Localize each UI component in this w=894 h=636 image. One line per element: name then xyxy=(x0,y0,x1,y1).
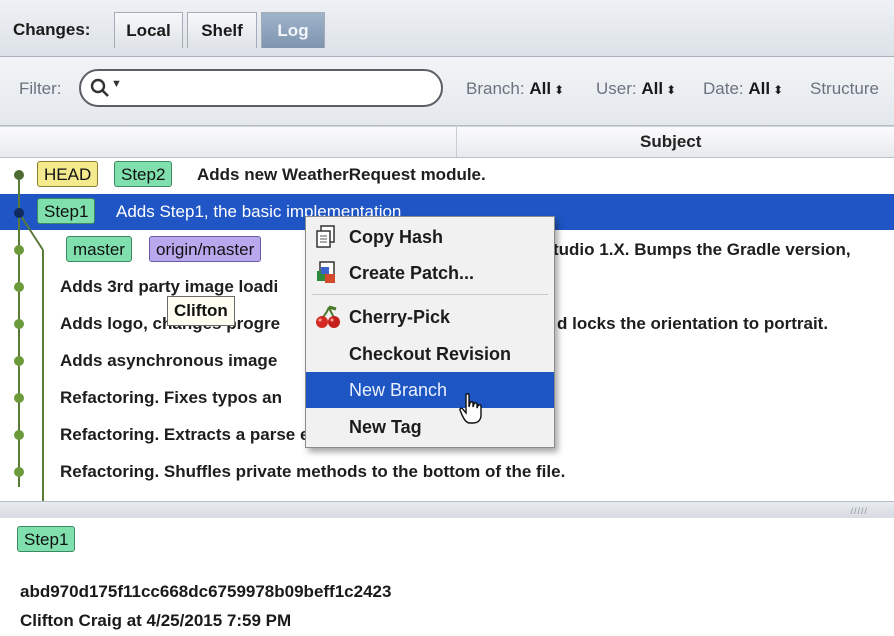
commit-subject: tudio 1.X. Bumps the Gradle version, xyxy=(553,240,851,259)
branch-tag: master xyxy=(66,236,132,262)
filter-label: Filter: xyxy=(19,79,62,98)
dropdown-arrows-icon: ⬍ xyxy=(554,83,565,97)
tab-shelf[interactable]: Shelf xyxy=(187,12,257,48)
panel-splitter[interactable]: ///// xyxy=(0,501,894,519)
commit-subject: Adds new WeatherRequest module. xyxy=(197,165,486,184)
date-filter-label: Date: xyxy=(703,79,744,98)
commit-subject-tail: d locks the orientation to portrait. xyxy=(557,314,829,333)
commit-subject: Adds asynchronous image xyxy=(60,351,278,370)
commit-node[interactable] xyxy=(14,356,24,366)
commit-node[interactable] xyxy=(14,282,24,292)
menu-item-checkout-revision[interactable]: Checkout Revision xyxy=(306,336,554,372)
branch-filter-value: All xyxy=(529,79,552,98)
menu-item-label: Create Patch... xyxy=(349,263,475,283)
changes-tab-bar: Changes: Local Shelf Log xyxy=(0,0,894,57)
date-filter-dropdown[interactable]: Date: All ⬍ xyxy=(703,79,783,99)
details-branch-tag: Step1 xyxy=(17,526,76,552)
commit-graph xyxy=(14,170,44,501)
subject-column-header[interactable]: Subject xyxy=(640,132,701,152)
copy-icon xyxy=(315,225,337,254)
graph-edge xyxy=(18,212,44,251)
context-menu: Copy Hash Create Patch... Cherry-Pick Ch… xyxy=(305,216,555,448)
commit-node[interactable] xyxy=(14,170,24,180)
commit-subject: Adds 3rd party image loadi xyxy=(60,277,279,296)
hand-cursor-icon xyxy=(459,393,482,424)
chevron-down-icon[interactable]: ▼ xyxy=(111,78,122,90)
menu-item-copy-hash[interactable]: Copy Hash xyxy=(306,219,554,255)
log-column-header: Subject xyxy=(0,126,894,158)
menu-item-label: Cherry-Pick xyxy=(349,307,451,327)
menu-item-create-patch[interactable]: Create Patch... xyxy=(306,255,554,291)
commit-subject: Refactoring. Shuffles private methods to… xyxy=(60,462,566,481)
branch-tag: Step2 xyxy=(114,161,173,187)
commit-subject: Refactoring. Fixes typos an xyxy=(60,388,282,407)
commit-author-date: Clifton Craig at 4/25/2015 7:59 PM xyxy=(20,611,292,630)
commit-node[interactable] xyxy=(14,208,24,218)
commit-node[interactable] xyxy=(14,430,24,440)
commit-details-panel: Step1 abd970d175f11cc668dc6759978b09beff… xyxy=(0,518,894,636)
commit-node[interactable] xyxy=(14,319,24,329)
author-tooltip: Clifton xyxy=(167,296,235,326)
structure-filter-dropdown[interactable]: Structure xyxy=(810,79,879,99)
filter-search-input[interactable] xyxy=(127,75,431,103)
commit-node[interactable] xyxy=(14,467,24,477)
commit-node[interactable] xyxy=(14,393,24,403)
user-filter-dropdown[interactable]: User: All ⬍ xyxy=(596,79,676,99)
remote-branch-tag: origin/master xyxy=(149,236,262,262)
changes-label: Changes: xyxy=(13,20,91,39)
user-filter-label: User: xyxy=(596,79,637,98)
commit-node[interactable] xyxy=(14,245,24,255)
tab-local[interactable]: Local xyxy=(114,12,183,48)
date-filter-value: All xyxy=(748,79,771,98)
dropdown-arrows-icon: ⬍ xyxy=(773,83,784,97)
menu-item-label: New Tag xyxy=(349,417,422,437)
branch-filter-label: Branch: xyxy=(466,79,525,98)
column-divider[interactable] xyxy=(456,127,457,157)
menu-separator xyxy=(312,294,548,295)
menu-item-new-tag[interactable]: New Tag xyxy=(306,409,554,445)
commit-hash: abd970d175f11cc668dc6759978b09beff1c2423 xyxy=(20,582,392,601)
menu-item-new-branch[interactable]: New Branch xyxy=(306,372,554,408)
dropdown-arrows-icon: ⬍ xyxy=(666,83,677,97)
tab-log[interactable]: Log xyxy=(261,12,325,48)
filter-search-box[interactable]: ▼ xyxy=(79,69,443,107)
menu-item-label: Copy Hash xyxy=(349,227,444,247)
user-filter-value: All xyxy=(641,79,664,98)
branch-filter-dropdown[interactable]: Branch: All ⬍ xyxy=(466,79,564,99)
menu-item-label: New Branch xyxy=(349,380,448,400)
patch-icon xyxy=(315,261,339,290)
menu-item-label: Checkout Revision xyxy=(349,344,512,364)
filter-toolbar: Filter: ▼ Branch: All ⬍ User: All ⬍ Date: … xyxy=(0,57,894,126)
commit-row[interactable]: Refactoring. Shuffles private methods to… xyxy=(0,454,894,490)
menu-item-cherry-pick[interactable]: Cherry-Pick xyxy=(306,299,554,335)
cherry-icon xyxy=(315,305,341,334)
commit-row[interactable]: HEAD Step2 Adds new WeatherRequest modul… xyxy=(0,157,894,193)
grip-handle-icon[interactable]: ///// xyxy=(850,506,868,516)
search-icon[interactable] xyxy=(90,78,110,103)
